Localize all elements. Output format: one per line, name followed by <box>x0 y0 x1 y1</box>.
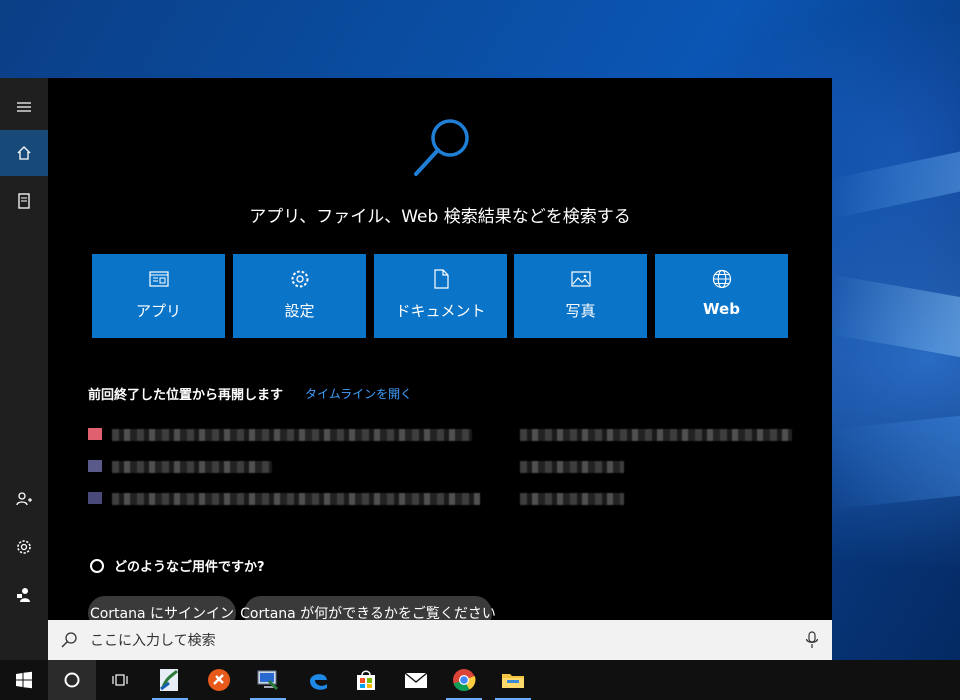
tile-label: 設定 <box>284 302 315 320</box>
app-icon-2[interactable] <box>195 660 243 700</box>
mail-icon[interactable] <box>392 660 440 700</box>
category-tile-photos[interactable]: 写真 <box>514 254 647 338</box>
tile-label: 写真 <box>565 302 596 320</box>
resume-section-title: 前回終了した位置から再開します <box>88 388 284 403</box>
category-tile-web[interactable]: Web <box>655 254 788 338</box>
search-flyout: アプリ、ファイル、Web 検索結果などを検索する アプリ 設定 ドキュメント 写… <box>0 78 832 660</box>
tile-label: Web <box>703 300 740 318</box>
home-icon[interactable] <box>0 130 48 176</box>
microphone-icon[interactable] <box>804 631 820 649</box>
chrome-icon[interactable] <box>440 660 488 700</box>
open-timeline-link[interactable]: タイムラインを開く <box>305 385 412 402</box>
app-window-icon <box>148 271 169 287</box>
search-magnifier-icon <box>414 119 469 176</box>
search-input[interactable] <box>88 628 772 654</box>
list-item[interactable] <box>88 490 808 508</box>
task-view-icon[interactable] <box>96 660 144 700</box>
cortana-prompt: どのようなご用件ですか? <box>90 556 265 575</box>
document-icon <box>433 269 449 289</box>
tile-label: ドキュメント <box>395 302 486 320</box>
list-item[interactable] <box>88 426 808 444</box>
feedback-icon[interactable] <box>0 572 48 618</box>
cortana-prompt-text: どのようなご用件ですか? <box>114 560 265 575</box>
cortana-circle-icon[interactable] <box>48 660 96 700</box>
category-tile-documents[interactable]: ドキュメント <box>374 254 507 338</box>
category-tile-apps[interactable]: アプリ <box>92 254 225 338</box>
search-icon <box>61 632 77 648</box>
image-icon <box>570 271 591 287</box>
notebook-icon[interactable] <box>0 178 48 224</box>
gear-icon[interactable] <box>0 524 48 570</box>
file-type-icon <box>88 460 102 472</box>
taskbar <box>0 660 960 700</box>
left-rail <box>0 78 48 660</box>
search-bar <box>48 620 832 660</box>
file-explorer-icon[interactable] <box>489 660 537 700</box>
globe-icon <box>712 269 731 289</box>
search-home-content: アプリ、ファイル、Web 検索結果などを検索する アプリ 設定 ドキュメント 写… <box>48 78 832 630</box>
category-tile-settings[interactable]: 設定 <box>233 254 366 338</box>
windows-start-icon[interactable] <box>0 660 48 700</box>
hamburger-menu-icon[interactable] <box>0 84 48 130</box>
edge-browser-icon[interactable] <box>294 660 342 700</box>
store-icon[interactable] <box>342 660 390 700</box>
file-type-icon <box>88 428 102 440</box>
list-item[interactable] <box>88 458 808 476</box>
add-person-icon[interactable] <box>0 476 48 522</box>
tile-label: アプリ <box>135 302 181 320</box>
page-title: アプリ、ファイル、Web 検索結果などを検索する <box>249 207 631 227</box>
cortana-circle-icon <box>90 558 104 573</box>
file-type-icon <box>88 492 102 504</box>
app-icon-1[interactable] <box>146 660 194 700</box>
app-icon-3[interactable] <box>244 660 292 700</box>
gear-icon <box>291 270 308 288</box>
